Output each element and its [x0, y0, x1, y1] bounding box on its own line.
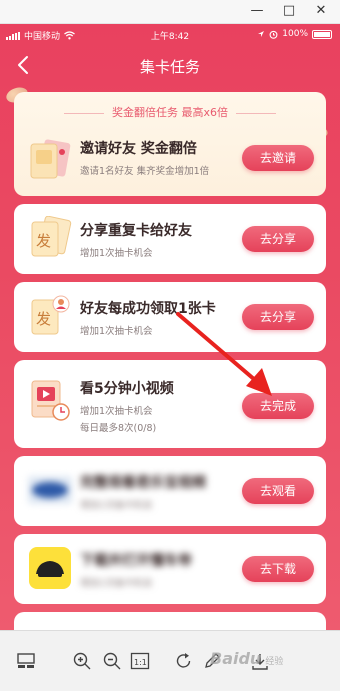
thumbnail-icon[interactable]: [16, 651, 36, 671]
phone-screen: 中国移动 上午8:42 100% 集卡任务 奖金翻倍任务 最高x6倍 邀请好友 …: [0, 24, 340, 630]
fa-card-icon: 发: [28, 215, 72, 262]
task-title: 下载并打开懂车帝: [80, 553, 192, 569]
location-icon: [258, 31, 265, 37]
watermark-sub: 经验: [265, 657, 284, 667]
window-titlebar: — □ ✕: [0, 0, 340, 24]
task-card-friend-card: 发 好友每成功领取1张卡 增加1次抽卡机会 去分享: [14, 282, 326, 352]
close-button[interactable]: ✕: [312, 3, 330, 19]
battery-icon: [312, 29, 332, 39]
status-bar: 中国移动 上午8:42 100%: [0, 24, 340, 46]
maximize-button[interactable]: □: [280, 3, 298, 19]
rotate-icon[interactable]: [174, 651, 194, 671]
battery-label: 100%: [282, 29, 308, 39]
bonus-title: 邀请好友 奖金翻倍: [80, 141, 197, 157]
task-card-next: [14, 612, 326, 630]
task-card-share: 发 分享重复卡给好友 增加1次抽卡机会 去分享: [14, 204, 326, 274]
invite-card-icon: [28, 138, 72, 184]
page-title: 集卡任务: [139, 58, 200, 76]
svg-text:1:1: 1:1: [134, 658, 147, 667]
bonus-task-card: 奖金翻倍任务 最高x6倍 邀请好友 奖金翻倍 邀请1名好友 集齐奖金增加1倍 去…: [14, 92, 326, 196]
task-subtitle: 增加1次抽卡机会: [80, 406, 153, 417]
bonus-header: 奖金翻倍任务 最高x6倍: [14, 104, 326, 120]
task-subtitle: 增加1次抽卡机会: [80, 500, 153, 511]
task-title: 看5分钟小视频: [80, 381, 174, 397]
task-card-watch: 完整观看君乐宝视频 增加1次抽卡机会 去观看: [14, 456, 326, 526]
task-subtitle: 增加1次抽卡机会: [80, 578, 153, 589]
car-app-icon: [28, 546, 72, 592]
video-icon: [28, 378, 72, 424]
task-limit: 每日最多8次(0/8): [80, 423, 157, 434]
task-watch-button[interactable]: 去观看: [242, 478, 314, 504]
svg-text:发: 发: [36, 310, 51, 328]
task-title: 好友每成功领取1张卡: [80, 301, 216, 317]
task-card-download: 下载并打开懂车帝 增加1次抽卡机会 去下载: [14, 534, 326, 604]
nav-bar: 集卡任务: [0, 46, 340, 86]
watermark: Baidu 经验: [210, 649, 283, 668]
svg-text:发: 发: [36, 232, 51, 250]
invite-button[interactable]: 去邀请: [242, 145, 314, 171]
task-share-button[interactable]: 去分享: [242, 226, 314, 252]
task-download-button[interactable]: 去下载: [242, 556, 314, 582]
task-title: 分享重复卡给好友: [80, 223, 192, 239]
fa-card-user-icon: 发: [28, 294, 72, 340]
viewer-toolbar: 1:1 Baidu 经验: [0, 630, 340, 691]
task-complete-button[interactable]: 去完成: [242, 393, 314, 419]
task-title: 完整观看君乐宝视频: [80, 475, 206, 491]
task-card-video: 看5分钟小视频 增加1次抽卡机会 每日最多8次(0/8) 去完成: [14, 360, 326, 448]
task-subtitle: 增加1次抽卡机会: [80, 248, 153, 259]
actual-size-icon[interactable]: 1:1: [130, 651, 150, 671]
zoom-out-icon[interactable]: [102, 651, 122, 671]
bonus-subtitle: 邀请1名好友 集齐奖金增加1倍: [80, 166, 210, 177]
alarm-icon: [269, 30, 278, 39]
watermark-brand: Baidu: [210, 649, 262, 668]
task-subtitle: 增加1次抽卡机会: [80, 326, 153, 337]
brand-logo-icon: [28, 468, 72, 514]
minimize-button[interactable]: —: [248, 3, 266, 19]
task-share-button[interactable]: 去分享: [242, 304, 314, 330]
zoom-in-icon[interactable]: [72, 651, 92, 671]
